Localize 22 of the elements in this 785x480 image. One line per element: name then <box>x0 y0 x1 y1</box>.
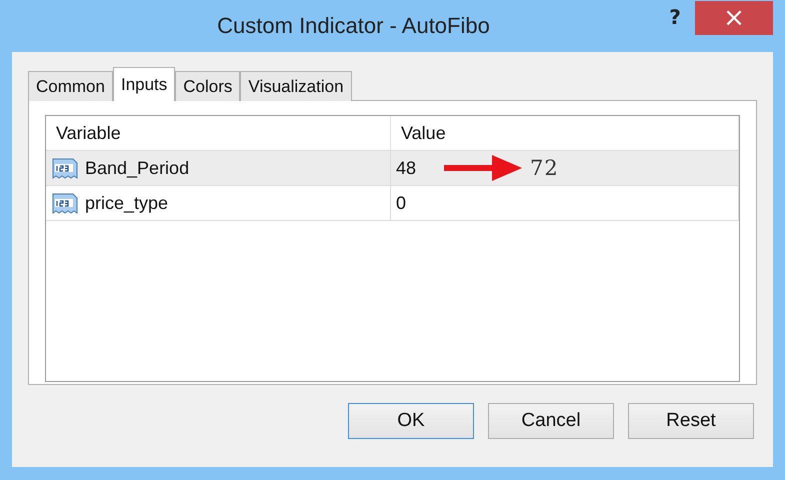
annotation-text: 72 <box>530 156 559 180</box>
arrow-icon <box>444 154 524 182</box>
variable-name: Band_Period <box>85 158 190 178</box>
column-header[interactable]: Value <box>391 116 739 150</box>
tab[interactable]: Common <box>28 71 113 101</box>
dialog-button[interactable]: OK <box>348 403 474 439</box>
help-button[interactable]: ? <box>655 2 695 32</box>
column-header[interactable]: Variable <box>46 116 391 150</box>
value-text: 0 <box>396 192 406 214</box>
tab[interactable]: Colors <box>175 71 240 101</box>
number-icon <box>51 156 79 180</box>
variable-name: price_type <box>85 192 168 214</box>
window-title: Custom Indicator - AutoFibo <box>216 13 491 39</box>
table-row[interactable]: Band_Period 48 72 <box>46 151 739 186</box>
dialog-button[interactable]: Cancel <box>488 403 614 439</box>
close-button[interactable]: × <box>695 1 773 35</box>
dialog-button[interactable]: Reset <box>628 403 754 439</box>
number-icon <box>51 191 79 215</box>
value-text: 48 <box>396 158 416 178</box>
table-row[interactable]: price_type 0 <box>46 186 739 221</box>
tab[interactable]: Visualization <box>240 71 352 101</box>
tab[interactable]: Inputs <box>112 67 176 101</box>
